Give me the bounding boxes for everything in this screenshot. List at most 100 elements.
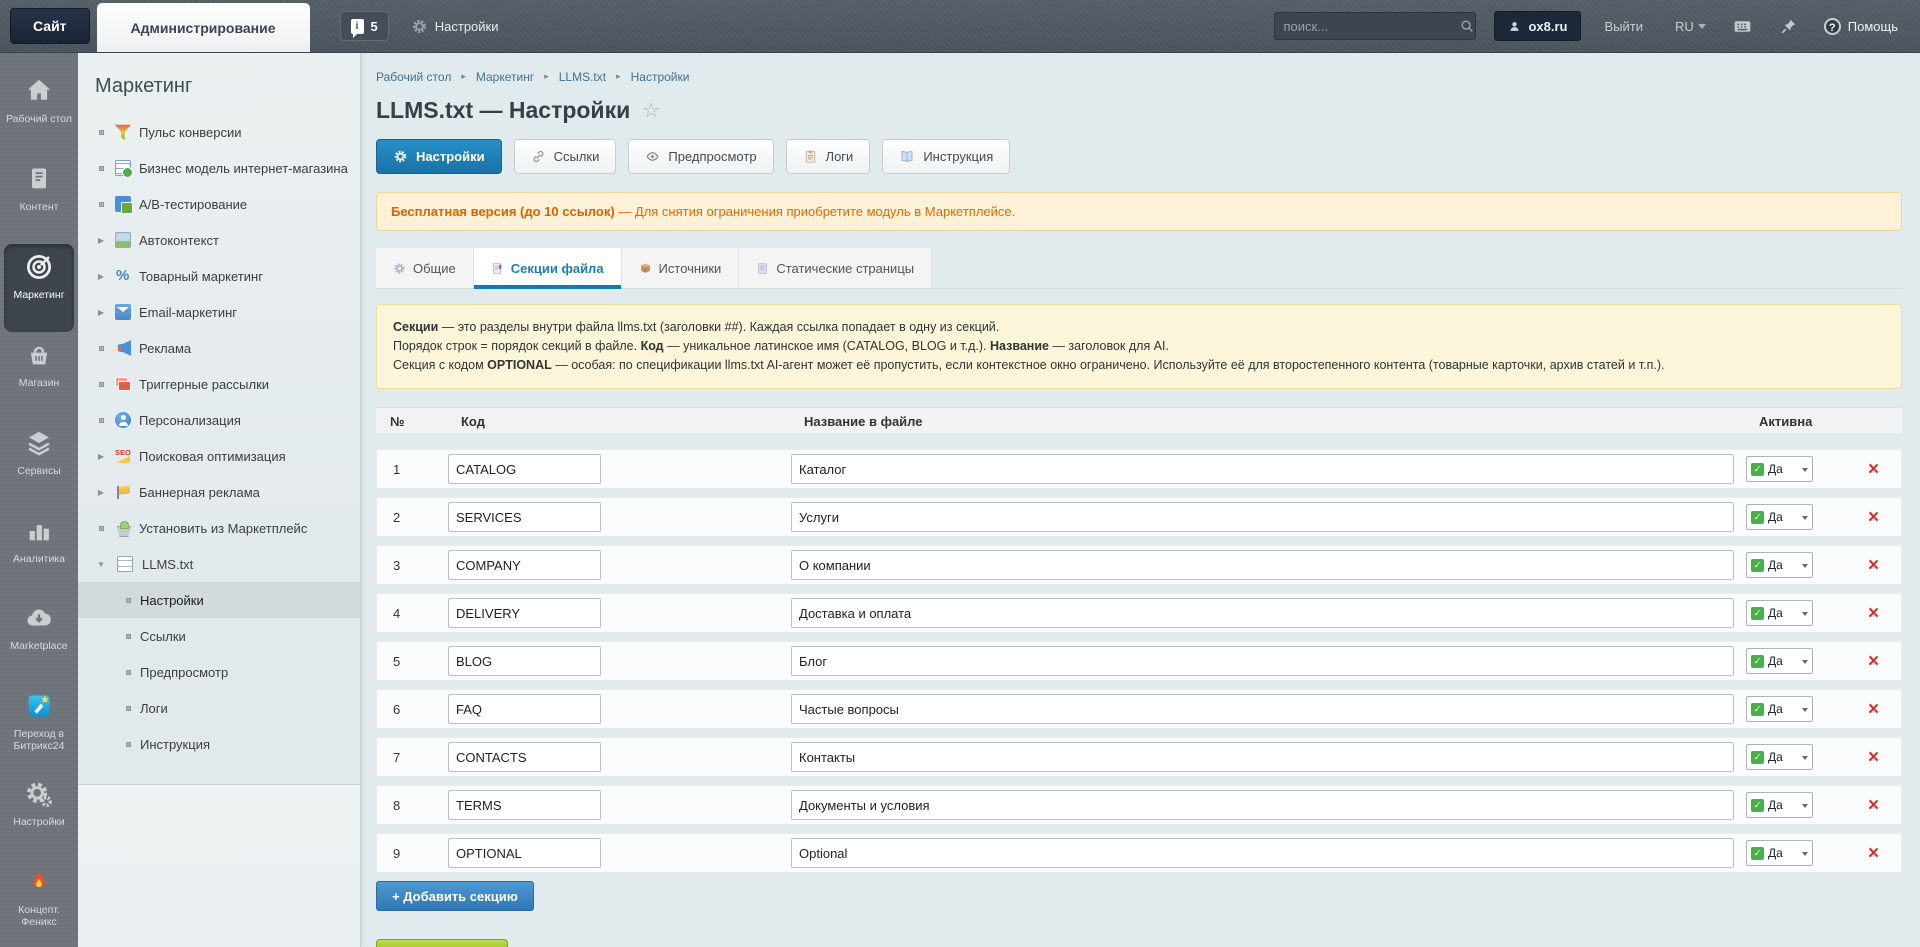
code-input[interactable] bbox=[448, 646, 601, 676]
submenu-item-instruction[interactable]: Инструкция bbox=[78, 726, 360, 762]
active-select[interactable]: Да bbox=[1746, 696, 1813, 722]
add-section-button[interactable]: + Добавить секцию bbox=[376, 881, 534, 911]
tab-static-pages[interactable]: Статические страницы bbox=[739, 248, 932, 288]
sidebar-item-analytics[interactable]: Аналитика bbox=[0, 508, 78, 596]
expand-arrow-icon[interactable]: ▶ bbox=[95, 308, 107, 317]
delete-row-button[interactable]: × bbox=[1868, 460, 1879, 479]
breadcrumb-link-llms[interactable]: LLMS.txt bbox=[559, 70, 606, 84]
menu-item-business-model[interactable]: Бизнес модель интернет-магазина bbox=[78, 150, 360, 186]
menu-item-install-marketplace[interactable]: Установить из Маркетплейс bbox=[78, 510, 360, 546]
active-select[interactable]: Да bbox=[1746, 792, 1813, 818]
tab-general[interactable]: Общие bbox=[376, 248, 474, 288]
active-select[interactable]: Да bbox=[1746, 552, 1813, 578]
tab-file-sections[interactable]: Секции файла bbox=[474, 248, 622, 288]
topbar-settings-button[interactable]: Настройки bbox=[411, 18, 499, 35]
delete-row-button[interactable]: × bbox=[1868, 604, 1879, 623]
sidebar-item-desktop[interactable]: Рабочий стол bbox=[0, 68, 78, 156]
delete-row-button[interactable]: × bbox=[1868, 844, 1879, 863]
name-input[interactable] bbox=[791, 646, 1734, 676]
submenu-item-links[interactable]: Ссылки bbox=[78, 618, 360, 654]
sidebar-item-content[interactable]: Контент bbox=[0, 156, 78, 244]
settings-button[interactable]: Настройки bbox=[376, 139, 502, 174]
hotkeys-keyboard-icon[interactable] bbox=[1732, 16, 1753, 37]
code-input[interactable] bbox=[448, 454, 601, 484]
sidebar-item-shop[interactable]: Магазин bbox=[0, 332, 78, 420]
search-input[interactable] bbox=[1283, 19, 1459, 34]
expand-arrow-icon[interactable]: ▶ bbox=[95, 452, 107, 461]
delete-row-button[interactable]: × bbox=[1868, 700, 1879, 719]
menu-item-personalization[interactable]: Персонализация bbox=[78, 402, 360, 438]
notification-counter-button[interactable]: i 5 bbox=[340, 11, 389, 41]
name-input[interactable] bbox=[791, 694, 1734, 724]
help-button[interactable]: ? Помощь bbox=[1824, 18, 1898, 35]
delete-row-button[interactable]: × bbox=[1868, 508, 1879, 527]
instruction-button[interactable]: Инструкция bbox=[882, 139, 1010, 174]
expand-arrow-icon[interactable]: ▶ bbox=[95, 488, 107, 497]
collapse-arrow-icon[interactable]: ▼ bbox=[95, 560, 107, 569]
links-button[interactable]: Ссылки bbox=[514, 139, 617, 174]
save-button[interactable] bbox=[376, 939, 508, 947]
menu-item-email-marketing[interactable]: ▶ Email-маркетинг bbox=[78, 294, 360, 330]
active-select[interactable]: Да bbox=[1746, 744, 1813, 770]
delete-row-button[interactable]: × bbox=[1868, 748, 1879, 767]
tab-administration[interactable]: Администрирование bbox=[97, 3, 310, 52]
expand-arrow-icon[interactable]: ▶ bbox=[95, 272, 107, 281]
sidebar-item-phoenix[interactable]: Концепт. Феникс bbox=[0, 859, 78, 947]
name-input[interactable] bbox=[791, 550, 1734, 580]
preview-button[interactable]: Предпросмотр bbox=[628, 139, 773, 174]
breadcrumb-link-desktop[interactable]: Рабочий стол bbox=[376, 70, 451, 84]
active-select[interactable]: Да bbox=[1746, 648, 1813, 674]
name-input[interactable] bbox=[791, 598, 1734, 628]
code-input[interactable] bbox=[448, 838, 601, 868]
submenu-item-preview[interactable]: Предпросмотр bbox=[78, 654, 360, 690]
submenu-item-settings[interactable]: Настройки bbox=[78, 582, 360, 618]
code-input[interactable] bbox=[448, 694, 601, 724]
name-input[interactable] bbox=[791, 454, 1734, 484]
breadcrumb-link-settings[interactable]: Настройки bbox=[631, 70, 690, 84]
search-icon[interactable] bbox=[1459, 18, 1476, 35]
name-input[interactable] bbox=[791, 742, 1734, 772]
logs-button[interactable]: Логи bbox=[786, 139, 871, 174]
active-select[interactable]: Да bbox=[1746, 840, 1813, 866]
sidebar-item-marketing[interactable]: Маркетинг bbox=[4, 244, 74, 332]
sidebar-item-marketplace[interactable]: Marketplace bbox=[0, 595, 78, 683]
menu-item-trigger-mailings[interactable]: Триггерные рассылки bbox=[78, 366, 360, 402]
breadcrumb-separator-icon: ▸ bbox=[616, 71, 621, 82]
language-switcher[interactable]: RU bbox=[1675, 19, 1706, 34]
delete-row-button[interactable]: × bbox=[1868, 652, 1879, 671]
tab-sources[interactable]: Источники bbox=[622, 248, 740, 288]
delete-row-button[interactable]: × bbox=[1868, 556, 1879, 575]
menu-item-llms[interactable]: ▼ LLMS.txt bbox=[78, 546, 360, 582]
menu-item-seo[interactable]: ▶ Поисковая оптимизация bbox=[78, 438, 360, 474]
expand-arrow-icon[interactable]: ▶ bbox=[95, 236, 107, 245]
code-input[interactable] bbox=[448, 790, 601, 820]
menu-item-product-marketing[interactable]: ▶ Товарный маркетинг bbox=[78, 258, 360, 294]
active-select[interactable]: Да bbox=[1746, 456, 1813, 482]
delete-row-button[interactable]: × bbox=[1868, 796, 1879, 815]
user-button[interactable]: ox8.ru bbox=[1494, 11, 1580, 41]
breadcrumb-link-marketing[interactable]: Маркетинг bbox=[476, 70, 534, 84]
logout-link[interactable]: Выйти bbox=[1605, 19, 1644, 34]
menu-item-autocontext[interactable]: ▶ Автоконтекст bbox=[78, 222, 360, 258]
sidebar-item-services[interactable]: Сервисы bbox=[0, 420, 78, 508]
pin-icon[interactable] bbox=[1779, 17, 1798, 36]
search-box[interactable] bbox=[1274, 12, 1476, 40]
menu-item-ads[interactable]: Реклама bbox=[78, 330, 360, 366]
menu-item-conversion-pulse[interactable]: Пульс конверсии bbox=[78, 114, 360, 150]
tab-site[interactable]: Сайт bbox=[10, 8, 90, 44]
code-input[interactable] bbox=[448, 550, 601, 580]
favorite-star-icon[interactable] bbox=[642, 98, 660, 123]
name-input[interactable] bbox=[791, 838, 1734, 868]
sidebar-item-bitrix24[interactable]: Переход в Битрикс24 bbox=[0, 683, 78, 771]
active-select[interactable]: Да bbox=[1746, 600, 1813, 626]
name-input[interactable] bbox=[791, 502, 1734, 532]
submenu-item-logs[interactable]: Логи bbox=[78, 690, 360, 726]
name-input[interactable] bbox=[791, 790, 1734, 820]
code-input[interactable] bbox=[448, 742, 601, 772]
menu-item-banner-ads[interactable]: ▶ Баннерная реклама bbox=[78, 474, 360, 510]
sidebar-item-settings[interactable]: Настройки bbox=[0, 771, 78, 859]
active-select[interactable]: Да bbox=[1746, 504, 1813, 530]
code-input[interactable] bbox=[448, 502, 601, 532]
menu-item-ab-testing[interactable]: A/B-тестирование bbox=[78, 186, 360, 222]
code-input[interactable] bbox=[448, 598, 601, 628]
